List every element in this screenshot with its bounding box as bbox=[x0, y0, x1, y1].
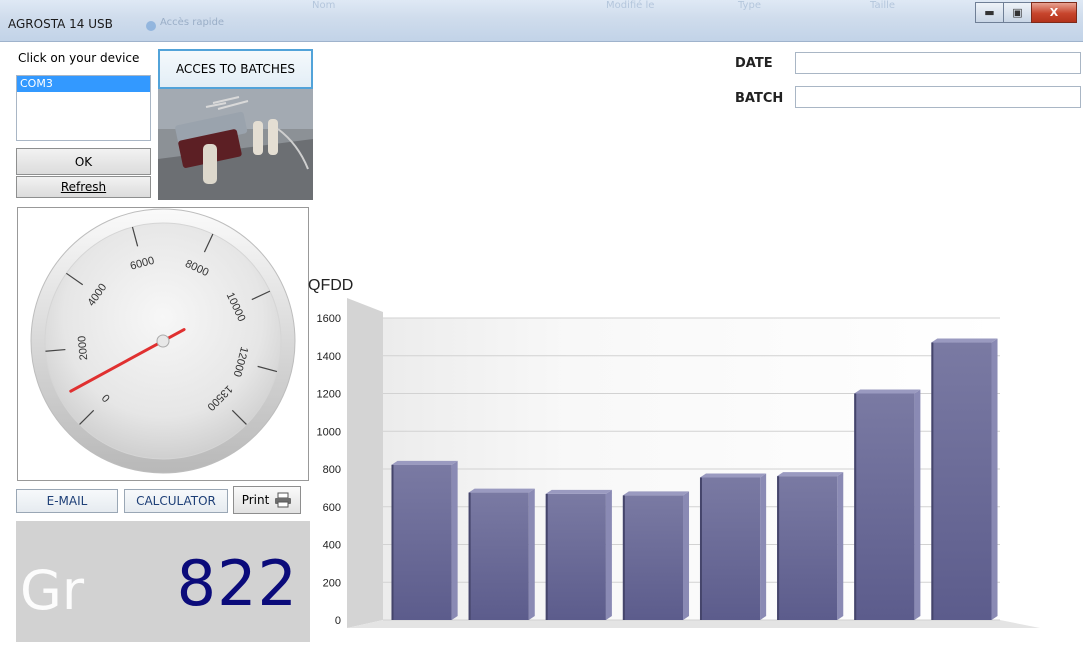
minimize-icon: ▬ bbox=[984, 6, 995, 19]
chart-bar-front bbox=[468, 492, 529, 620]
date-label: DATE bbox=[735, 56, 773, 71]
chart-bar-side bbox=[528, 488, 535, 620]
chart-bar-top bbox=[699, 473, 767, 478]
chart-bar-edge bbox=[468, 492, 471, 620]
ok-button[interactable]: OK bbox=[16, 148, 151, 175]
minimize-button[interactable]: ▬ bbox=[975, 2, 1004, 23]
chart-bar bbox=[622, 491, 690, 620]
email-button-label: E-MAIL bbox=[46, 494, 88, 508]
chart-bar-front bbox=[931, 342, 992, 620]
chart-bar-edge bbox=[391, 464, 394, 620]
ghost-header-type: Type bbox=[738, 0, 761, 11]
readout-value: 822 bbox=[176, 547, 298, 620]
calculator-button-label: CALCULATOR bbox=[136, 494, 216, 508]
email-button[interactable]: E-MAIL bbox=[16, 489, 118, 513]
chart-bar-top bbox=[777, 472, 844, 477]
chart-bar-edge bbox=[622, 495, 625, 620]
ghost-header-name: Nom bbox=[312, 0, 336, 11]
chart-title: QFDD bbox=[308, 277, 353, 294]
chart-bar-top bbox=[622, 491, 690, 496]
printer-icon bbox=[275, 492, 292, 508]
chart-side-wall bbox=[347, 298, 383, 628]
calculator-button[interactable]: CALCULATOR bbox=[124, 489, 228, 513]
chart-bar-side bbox=[914, 389, 921, 620]
chart-bar-top bbox=[468, 488, 535, 493]
chart-bar-front bbox=[854, 393, 915, 620]
chart-bar-side bbox=[991, 338, 998, 620]
y-tick-label: 1600 bbox=[317, 313, 341, 325]
chart-bar bbox=[777, 472, 844, 620]
qfdd-chart: QFDD 0 200 400 600 800 1000 1200 1400 1600 bbox=[305, 270, 1065, 640]
window-controls: ▬ ▣ X bbox=[975, 2, 1077, 23]
device-photo-image bbox=[158, 89, 313, 200]
maximize-button[interactable]: ▣ bbox=[1003, 2, 1032, 23]
acces-to-batches-button[interactable]: ACCES TO BATCHES bbox=[158, 49, 313, 89]
y-tick-label: 200 bbox=[323, 577, 341, 589]
batch-label: BATCH bbox=[735, 91, 784, 106]
chart-bar bbox=[391, 460, 458, 620]
chart-bar-side bbox=[760, 473, 767, 620]
chart-bar-side bbox=[837, 472, 844, 620]
quick-access-icon bbox=[146, 21, 156, 31]
chart-bar-edge bbox=[545, 493, 548, 620]
close-button[interactable]: X bbox=[1031, 2, 1077, 23]
chart-bar-front bbox=[545, 493, 606, 620]
chart-bar-top bbox=[545, 489, 612, 494]
gauge-hub bbox=[156, 334, 170, 348]
chart-bar-front bbox=[622, 495, 684, 620]
batch-field[interactable] bbox=[795, 86, 1081, 108]
chart-bar bbox=[468, 488, 535, 620]
chart-bar-top bbox=[931, 338, 998, 343]
chart-bar bbox=[854, 389, 921, 620]
date-field[interactable] bbox=[795, 52, 1081, 74]
chart-bar-edge bbox=[931, 342, 934, 620]
chart-bar-top bbox=[854, 389, 921, 394]
weight-readout: Gr 822 bbox=[16, 521, 310, 642]
y-tick-label: 600 bbox=[323, 502, 341, 514]
chart-bar-top bbox=[391, 460, 458, 465]
chart-bar-front bbox=[699, 477, 761, 620]
chart-bar-edge bbox=[699, 477, 702, 620]
acces-to-batches-label: ACCES TO BATCHES bbox=[175, 62, 296, 76]
y-tick-label: 400 bbox=[323, 540, 341, 552]
gauge-tick-label: 2000 bbox=[76, 335, 90, 360]
print-button[interactable]: Print bbox=[233, 486, 301, 514]
quick-access-label: Accès rapide bbox=[160, 17, 225, 28]
chart-bar bbox=[545, 489, 612, 620]
readout-unit: Gr bbox=[20, 559, 85, 622]
print-button-label: Print bbox=[241, 493, 270, 507]
y-tick-label: 1200 bbox=[317, 389, 341, 401]
gauge-panel: 0 2000 4000 6000 8000 10000 12000 13500 bbox=[17, 207, 309, 481]
ghost-header-modified: Modifié le bbox=[606, 0, 655, 11]
y-tick-label: 1000 bbox=[317, 426, 341, 438]
maximize-icon: ▣ bbox=[1012, 6, 1023, 19]
chart-bar-front bbox=[777, 476, 838, 620]
y-tick-label: 1400 bbox=[317, 351, 341, 363]
device-list-item[interactable]: COM3 bbox=[17, 76, 150, 92]
chart-bar-edge bbox=[777, 476, 780, 620]
device-prompt: Click on your device bbox=[18, 51, 140, 65]
qfdd-chart-svg: QFDD 0 200 400 600 800 1000 1200 1400 1600 bbox=[308, 277, 1040, 628]
device-photo bbox=[158, 89, 313, 200]
refresh-button-label: Refresh bbox=[60, 180, 107, 194]
chart-bar bbox=[699, 473, 767, 620]
y-tick-label: 800 bbox=[323, 464, 341, 476]
y-tick-label: 0 bbox=[335, 615, 341, 627]
window-title: AGROSTA 14 USB bbox=[8, 17, 113, 31]
chart-bar-side bbox=[451, 460, 458, 620]
ghost-header-size: Taille bbox=[870, 0, 896, 11]
chart-bar-edge bbox=[854, 393, 857, 620]
close-icon: X bbox=[1049, 6, 1059, 19]
chart-floor bbox=[347, 620, 1040, 628]
chart-bar bbox=[931, 338, 998, 620]
title-bar: AGROSTA 14 USB Accès rapide Nom Modifié … bbox=[0, 0, 1083, 42]
chart-bar-front bbox=[391, 464, 452, 620]
weight-gauge: 0200040006000 8000100001200013500 bbox=[30, 208, 296, 474]
refresh-button[interactable]: Refresh bbox=[16, 176, 151, 198]
device-list[interactable]: COM3 bbox=[16, 75, 151, 141]
chart-bar-side bbox=[605, 489, 612, 620]
app-window: AGROSTA 14 USB Accès rapide Nom Modifié … bbox=[0, 0, 1083, 650]
chart-bar-side bbox=[683, 491, 690, 620]
